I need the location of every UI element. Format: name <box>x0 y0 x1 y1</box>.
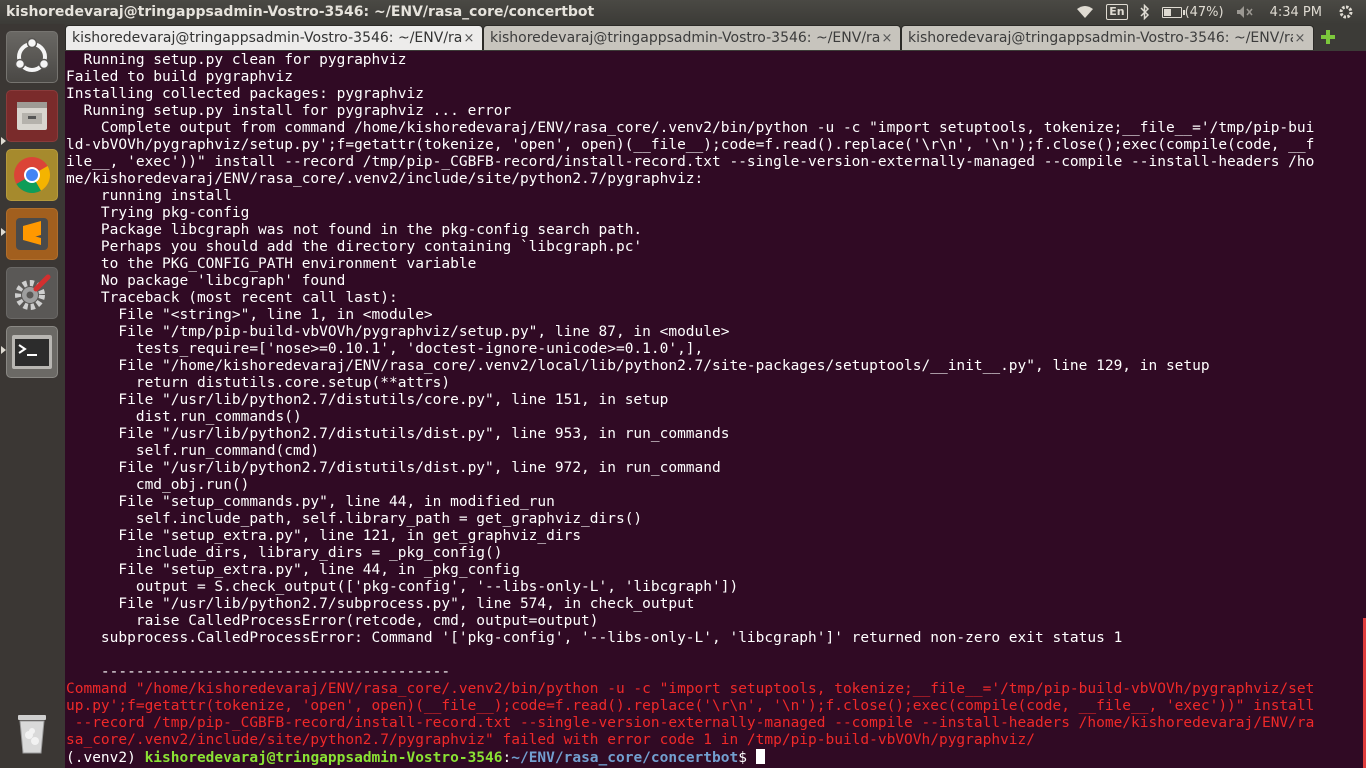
terminal-line: Complete output from command /home/kisho… <box>66 120 1315 136</box>
terminal-line: ile__, 'exec'))" install --record /tmp/p… <box>66 154 1315 170</box>
terminal-tab-1[interactable]: kishoredevaraj@tringappsadmin-Vostro-354… <box>65 25 483 50</box>
launcher-item-dash[interactable] <box>6 31 58 83</box>
launcher-item-files[interactable] <box>6 90 58 142</box>
top-panel: kishoredevaraj@tringappsadmin-Vostro-354… <box>0 0 1366 24</box>
terminal-line: Package libcgraph was not found in the p… <box>66 222 643 238</box>
sublime-text-icon <box>16 218 48 250</box>
terminal-line: ld-vbVOVh/pygraphviz/setup.py';f=getattr… <box>66 137 1315 153</box>
terminal-line: include_dirs, library_dirs = _pkg_config… <box>66 545 503 561</box>
launcher-item-trash[interactable] <box>6 708 58 760</box>
new-tab-button[interactable] <box>1317 26 1339 48</box>
keyboard-layout-indicator[interactable]: En <box>1100 0 1133 24</box>
terminal-line: File "setup_commands.py", line 44, in mo… <box>66 494 555 510</box>
prompt-user-host: kishoredevaraj@tringappsadmin-Vostro-354… <box>144 750 503 766</box>
terminal-output[interactable]: Running setup.py clean for pygraphviz Fai… <box>65 51 1366 768</box>
terminal-line: running install <box>66 188 232 204</box>
prompt-venv: (.venv2) <box>66 750 145 766</box>
terminal-line: to the PKG_CONFIG_PATH environment varia… <box>66 256 477 272</box>
terminal-line: sa_core/.venv2/include/site/python2.7/py… <box>66 732 1036 748</box>
terminal-line: File "/usr/lib/python2.7/distutils/dist.… <box>66 426 730 442</box>
close-icon[interactable]: × <box>462 31 476 46</box>
terminal-icon <box>12 335 52 369</box>
bluetooth-icon[interactable] <box>1134 0 1156 24</box>
terminal-line: raise CalledProcessError(retcode, cmd, o… <box>66 613 599 629</box>
close-icon[interactable]: × <box>1293 31 1307 46</box>
terminal-line: File "/home/kishoredevaraj/ENV/rasa_core… <box>66 358 1210 374</box>
launcher <box>0 24 66 768</box>
window-title: kishoredevaraj@tringappsadmin-Vostro-354… <box>6 4 595 20</box>
terminal-line: File "/usr/lib/python2.7/distutils/dist.… <box>66 460 721 476</box>
terminal-tab-bar: kishoredevaraj@tringappsadmin-Vostro-354… <box>65 24 1366 51</box>
terminal-line: File "<string>", line 1, in <module> <box>66 307 433 323</box>
terminal-line: File "setup_extra.py", line 121, in get_… <box>66 528 582 544</box>
indicator-area: En (47%) 4:34 PM <box>1070 0 1366 24</box>
battery-indicator[interactable]: (47%) <box>1156 0 1230 24</box>
prompt-separator: : <box>502 750 512 766</box>
chrome-icon <box>14 157 51 194</box>
launcher-item-system-settings[interactable] <box>6 267 58 319</box>
terminal-line: No package 'libcgraph' found <box>66 273 346 289</box>
terminal-line: Traceback (most recent call last): <box>66 290 398 306</box>
terminal-line: return distutils.core.setup(**attrs) <box>66 375 451 391</box>
close-icon[interactable]: × <box>880 31 894 46</box>
volume-muted-icon[interactable] <box>1230 0 1260 24</box>
terminal-line: ---------------------------------------- <box>66 664 451 680</box>
terminal-line: cmd_obj.run() <box>66 477 250 493</box>
terminal-line: up.py';f=getattr(tokenize, 'open', open)… <box>66 698 1315 714</box>
terminal-line: output = S.check_output(['pkg-config', '… <box>66 579 739 595</box>
terminal-tab-3[interactable]: kishoredevaraj@tringappsadmin-Vostro-354… <box>901 25 1314 50</box>
system-settings-icon <box>15 274 51 310</box>
plus-icon <box>1321 30 1335 44</box>
trash-icon <box>18 715 46 754</box>
prompt-dollar: $ <box>738 750 756 766</box>
terminal-line: File "/usr/lib/python2.7/distutils/core.… <box>66 392 669 408</box>
prompt-path: ~/ENV/rasa_core/concertbot <box>511 750 739 766</box>
battery-percentage: (47%) <box>1184 4 1224 20</box>
terminal-line: File "/usr/lib/python2.7/subprocess.py",… <box>66 596 695 612</box>
tab-label: kishoredevaraj@tringappsadmin-Vostro-354… <box>908 30 1293 46</box>
terminal-line: Command "/home/kishoredevaraj/ENV/rasa_c… <box>66 681 1315 697</box>
tab-label: kishoredevaraj@tringappsadmin-Vostro-354… <box>490 30 880 46</box>
terminal-line: dist.run_commands() <box>66 409 302 425</box>
terminal-line: Running setup.py install for pygraphviz … <box>66 103 512 119</box>
launcher-item-sublime-text[interactable] <box>6 208 58 260</box>
launcher-item-terminal[interactable] <box>6 326 58 378</box>
terminal-line: me/kishoredevaraj/ENV/rasa_core/.venv2/i… <box>66 171 704 187</box>
terminal-line: tests_require=['nose>=0.10.1', 'doctest-… <box>66 341 704 357</box>
text-cursor <box>755 749 765 764</box>
tab-label: kishoredevaraj@tringappsadmin-Vostro-354… <box>72 30 462 46</box>
shell-prompt-line[interactable]: (.venv2) kishoredevaraj@tringappsadmin-V… <box>66 749 1366 766</box>
terminal-line: Failed to build pygraphviz <box>66 69 293 85</box>
terminal-line: Running setup.py clean for pygraphviz <box>66 52 407 68</box>
wifi-icon[interactable] <box>1070 0 1100 24</box>
gear-icon[interactable] <box>1332 0 1360 24</box>
battery-icon <box>1161 6 1185 18</box>
terminal-line: subprocess.CalledProcessError: Command '… <box>66 630 1123 646</box>
terminal-line: Trying pkg-config <box>66 205 250 221</box>
terminal-line: Installing collected packages: pygraphvi… <box>66 86 424 102</box>
terminal-tab-2[interactable]: kishoredevaraj@tringappsadmin-Vostro-354… <box>483 25 901 50</box>
terminal-line: Perhaps you should add the directory con… <box>66 239 643 255</box>
clock[interactable]: 4:34 PM <box>1260 0 1332 24</box>
terminal-line: self.include_path, self.library_path = g… <box>66 511 643 527</box>
keyboard-layout-label: En <box>1106 4 1128 20</box>
terminal-lines: Running setup.py clean for pygraphviz Fai… <box>66 52 1366 766</box>
terminal-line: File "/tmp/pip-build-vbVOVh/pygraphviz/s… <box>66 324 730 340</box>
terminal-line: --record /tmp/pip-_CGBFB-record/install-… <box>66 715 1315 731</box>
files-icon <box>17 102 47 130</box>
launcher-item-chrome[interactable] <box>6 149 58 201</box>
ubuntu-dash-icon <box>14 37 50 72</box>
terminal-line: File "setup_extra.py", line 44, in _pkg_… <box>66 562 520 578</box>
terminal-line: self.run_command(cmd) <box>66 443 320 459</box>
